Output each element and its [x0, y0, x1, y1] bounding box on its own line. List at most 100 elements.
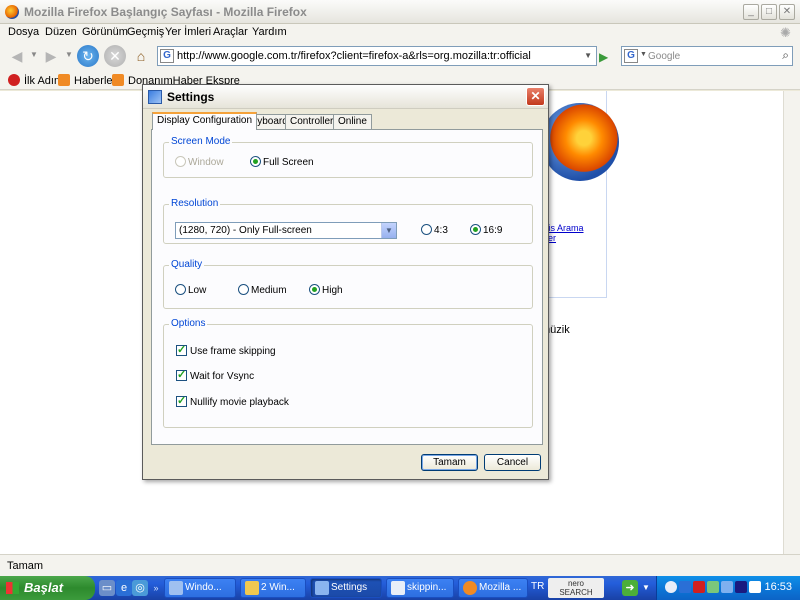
tray-browser-icon[interactable] [665, 581, 677, 593]
nero-search-toolbar[interactable]: nero SEARCH [548, 578, 604, 598]
forward-dropdown-icon[interactable]: ▼ [65, 50, 73, 59]
task-label: Windo... [185, 582, 222, 593]
radio-label: Full Screen [263, 157, 314, 168]
browser-icon [391, 581, 405, 595]
quality-medium-radio[interactable]: Medium [238, 284, 287, 296]
home-icon[interactable]: ⌂ [130, 45, 152, 67]
resolution-select[interactable]: (1280, 720) - Only Full-screen ▼ [175, 222, 397, 239]
minimize-button[interactable]: _ [743, 4, 759, 20]
search-bar[interactable]: G ▼ Google ⌕ [621, 46, 793, 66]
menu-araclar[interactable]: Araçlar [213, 26, 248, 38]
dialog-close-icon[interactable]: ✕ [526, 87, 545, 106]
cancel-button[interactable]: Cancel [484, 454, 541, 471]
bookmark-haberler[interactable]: Haberler [58, 74, 116, 87]
resolution-legend: Resolution [169, 198, 221, 209]
reload-icon[interactable]: ↻ [77, 45, 99, 67]
tray-volume-icon[interactable] [749, 581, 761, 593]
taskbar-item-explorer-group[interactable]: 2 Win... [240, 578, 306, 598]
aspect-16-9-radio[interactable]: 16:9 [470, 224, 502, 236]
task-label: Mozilla ... [479, 582, 522, 593]
screen-mode-legend: Screen Mode [169, 136, 233, 147]
aspect-4-3-radio[interactable]: 4:3 [421, 224, 448, 236]
back-arrow-icon[interactable]: ◀ [6, 45, 28, 67]
radio-circle [175, 156, 186, 167]
radio-label: Window [188, 157, 224, 168]
search-engine-dropdown-icon[interactable]: ▼ [640, 51, 647, 58]
go-arrow-icon[interactable]: ▶ [599, 50, 608, 64]
tab-controller[interactable]: Controller [285, 114, 339, 129]
language-indicator[interactable]: TR [531, 581, 544, 592]
url-dropdown-icon[interactable]: ▼ [584, 51, 592, 60]
status-text: Tamam [7, 560, 44, 572]
nullify-movie-checkbox[interactable]: Nullify movie playback [176, 394, 289, 408]
google-favicon-icon: G [160, 49, 174, 63]
quicklaunch-more-icon[interactable]: » [148, 580, 164, 596]
taskbar-item-settings[interactable]: Settings [310, 578, 382, 598]
resolution-value: (1280, 720) - Only Full-screen [179, 225, 312, 236]
ok-button[interactable]: Tamam [421, 454, 478, 471]
tray-play-icon[interactable] [735, 581, 747, 593]
tab-display-configuration[interactable]: Display Configuration [152, 112, 258, 130]
checkbox-label: Use frame skipping [190, 346, 276, 357]
messenger-icon[interactable]: ◎ [132, 580, 148, 596]
tray-k-icon[interactable] [693, 581, 705, 593]
status-bar: Tamam [0, 554, 800, 576]
menu-yardim[interactable]: Yardım [252, 26, 287, 38]
vsync-checkbox[interactable]: Wait for Vsync [176, 368, 254, 382]
screen-mode-group: Screen Mode Window Full Screen [163, 136, 533, 178]
task-label: Settings [331, 582, 368, 593]
frame-skipping-checkbox[interactable]: Use frame skipping [176, 343, 276, 357]
menu-gecmis[interactable]: Geçmiş [127, 26, 164, 38]
menu-gorunum[interactable]: Görünüm [82, 26, 128, 38]
tray-b-icon[interactable] [679, 581, 691, 593]
firefox-titlebar: Mozilla Firefox Başlangıç Sayfası - Mozi… [0, 0, 800, 24]
options-legend: Options [169, 318, 208, 329]
quality-low-radio[interactable]: Low [175, 284, 206, 296]
radio-circle [238, 284, 249, 295]
search-engine-icon[interactable]: G [624, 49, 638, 63]
menu-duzen[interactable]: Düzen [45, 26, 77, 38]
radio-circle [175, 284, 186, 295]
bookmark-ilk-adim[interactable]: İlk Adım [8, 74, 63, 87]
show-desktop-icon[interactable]: ▭ [99, 580, 115, 596]
window-title: Mozilla Firefox Başlangıç Sayfası - Mozi… [24, 5, 307, 19]
menubar: Dosya Düzen Görünüm Geçmiş Yer İmleri Ar… [0, 24, 800, 42]
url-text[interactable]: http://www.google.com.tr/firefox?client=… [177, 50, 531, 62]
folder-icon [245, 581, 259, 595]
vertical-scrollbar[interactable] [783, 91, 800, 554]
menu-yer-imleri[interactable]: Yer İmleri [165, 26, 211, 38]
firefox-icon [5, 5, 19, 19]
internet-explorer-icon[interactable]: e [116, 580, 132, 596]
search-icon[interactable]: ⌕ [782, 48, 789, 63]
window-icon [169, 581, 183, 595]
bookmark-label: Haberler [74, 75, 117, 87]
start-button[interactable]: Başlat [0, 576, 95, 600]
full-screen-radio[interactable]: Full Screen [250, 156, 314, 168]
toolbar-dropdown-icon[interactable]: ▼ [638, 580, 654, 596]
close-icon[interactable]: ✕ [779, 4, 795, 20]
tab-online[interactable]: Online [333, 114, 372, 129]
nero-label: nero [567, 579, 584, 588]
radio-label: High [322, 285, 343, 296]
search-placeholder[interactable]: Google [648, 51, 680, 62]
throbber-icon: ✺ [780, 25, 791, 40]
taskbar-item-skipping[interactable]: skippin... [386, 578, 454, 598]
checkbox-label: Nullify movie playback [190, 397, 289, 408]
address-bar[interactable]: G http://www.google.com.tr/firefox?clien… [157, 46, 597, 66]
quality-high-radio[interactable]: High [309, 284, 343, 296]
taskbar-item-windows[interactable]: Windo... [164, 578, 236, 598]
stop-icon[interactable]: ✕ [104, 45, 126, 67]
taskbar-item-mozilla[interactable]: Mozilla ... [458, 578, 528, 598]
back-dropdown-icon[interactable]: ▼ [30, 50, 38, 59]
dialog-title: Settings [167, 90, 215, 104]
arrow-right-icon[interactable]: ➜ [622, 580, 638, 596]
tray-app-icon[interactable] [707, 581, 719, 593]
menu-dosya[interactable]: Dosya [8, 26, 39, 38]
window-mode-radio: Window [175, 156, 224, 168]
task-label: 2 Win... [261, 582, 295, 593]
maximize-button[interactable]: □ [761, 4, 777, 20]
chevron-down-icon[interactable]: ▼ [381, 223, 396, 238]
forward-arrow-icon[interactable]: ▶ [40, 45, 62, 67]
tray-network-icon[interactable] [721, 581, 733, 593]
dialog-titlebar[interactable]: Settings ✕ [143, 85, 548, 109]
